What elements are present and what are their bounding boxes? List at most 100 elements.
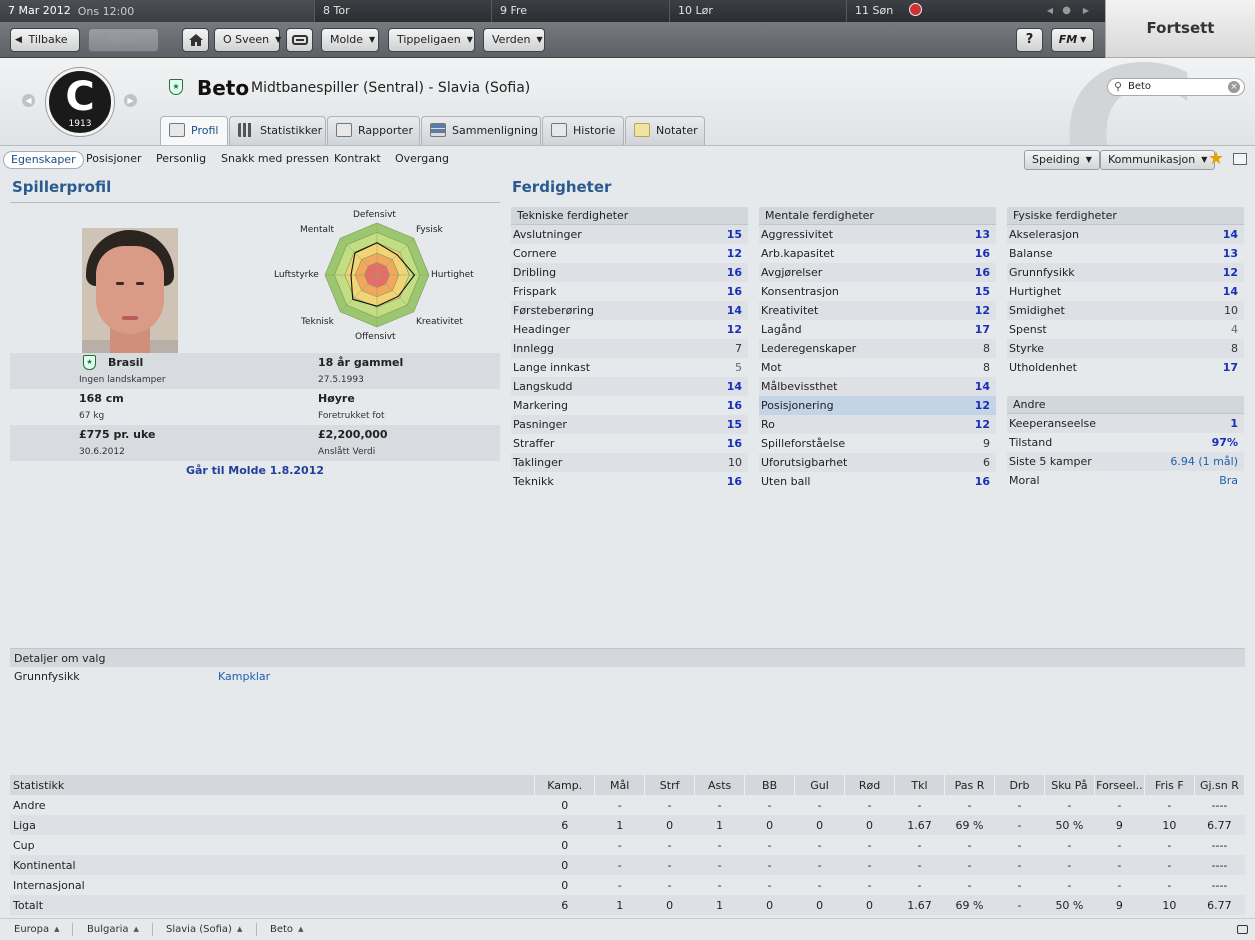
favourite-star-icon[interactable]: ★ xyxy=(1208,149,1224,169)
calendar-day[interactable]: 10 Lør xyxy=(670,0,847,22)
attribute-row[interactable]: Balanse 13 xyxy=(1007,244,1244,263)
world-menu[interactable]: Verden ▼ xyxy=(483,28,545,52)
club-menu[interactable]: Molde ▼ xyxy=(321,28,379,52)
attribute-row[interactable]: Hurtighet 14 xyxy=(1007,282,1244,301)
calendar-day[interactable]: 9 Fre xyxy=(492,0,670,22)
transfer-note[interactable]: Går til Molde 1.8.2012 xyxy=(10,464,500,477)
attribute-row[interactable]: Lange innkast 5 xyxy=(511,358,748,377)
scouting-menu[interactable]: Speiding ▼ xyxy=(1024,150,1100,170)
attribute-row[interactable]: Lagånd 17 xyxy=(759,320,996,339)
attribute-row[interactable]: Førsteberøring 14 xyxy=(511,301,748,320)
attribute-row[interactable]: Aggressivitet 13 xyxy=(759,225,996,244)
attribute-row[interactable]: Markering 16 xyxy=(511,396,748,415)
calendar-day[interactable]: 11 Søn ◀ ● ▶ xyxy=(847,0,1105,22)
subtab-egenskaper[interactable]: Egenskaper xyxy=(3,151,84,169)
stats-column-header[interactable]: Strf xyxy=(644,775,696,795)
attribute-row[interactable]: Cornere 12 xyxy=(511,244,748,263)
player-position-club[interactable]: Midtbanespiller (Sentral) - Slavia (Sofi… xyxy=(251,80,530,96)
attribute-row[interactable]: Siste 5 kamper 6.94 (1 mål) xyxy=(1007,452,1244,471)
tab-statistikker[interactable]: Statistikker xyxy=(229,116,326,145)
tab-notater[interactable]: Notater xyxy=(625,116,705,145)
stats-column-header[interactable]: Gj.sn R xyxy=(1194,775,1246,795)
next-button[interactable]: Neste xyxy=(88,28,159,52)
attribute-row[interactable]: Kreativitet 12 xyxy=(759,301,996,320)
calendar-today-icon[interactable]: ● xyxy=(1062,0,1071,22)
attribute-row[interactable]: Straffer 16 xyxy=(511,434,748,453)
tab-rapporter[interactable]: Rapporter xyxy=(327,116,420,145)
stats-column-header[interactable]: Sku På xyxy=(1044,775,1095,795)
communication-menu[interactable]: Kommunikasjon ▼ xyxy=(1100,150,1216,170)
current-date[interactable]: 7 Mar 2012 Ons 12:00 xyxy=(0,0,315,22)
breadcrumb-bulgaria[interactable]: Bulgaria ▲ xyxy=(87,924,139,935)
attribute-row[interactable]: Uten ball 16 xyxy=(759,472,996,491)
attribute-row[interactable]: Tilstand 97% xyxy=(1007,433,1244,452)
attribute-row[interactable]: Spenst 4 xyxy=(1007,320,1244,339)
subtab-overgang[interactable]: Overgang xyxy=(388,151,456,169)
stats-column-header[interactable]: Kamp. xyxy=(534,775,596,795)
attribute-row[interactable]: Grunnfysikk 12 xyxy=(1007,263,1244,282)
stats-column-header[interactable]: Asts xyxy=(694,775,746,795)
stats-column-header[interactable]: BB xyxy=(744,775,796,795)
selection-details-value[interactable]: Kampklar xyxy=(218,667,270,687)
calendar-next-icon[interactable]: ▶ xyxy=(1083,0,1089,22)
attribute-row[interactable]: Moral Bra xyxy=(1007,471,1244,490)
stats-column-header[interactable]: Drb xyxy=(994,775,1045,795)
continue-button[interactable]: Fortsett xyxy=(1105,0,1255,58)
fm-menu[interactable]: FM ▼ xyxy=(1051,28,1094,52)
attribute-row[interactable]: Innlegg 7 xyxy=(511,339,748,358)
attribute-row[interactable]: Headinger 12 xyxy=(511,320,748,339)
attribute-row[interactable]: Styrke 8 xyxy=(1007,339,1244,358)
attribute-row[interactable]: Pasninger 15 xyxy=(511,415,748,434)
attribute-row[interactable]: Uforutsigbarhet 6 xyxy=(759,453,996,472)
attribute-row[interactable]: Avgjørelser 16 xyxy=(759,263,996,282)
tab-sammenligning[interactable]: Sammenligning xyxy=(421,116,541,145)
stats-column-header[interactable]: Rød xyxy=(844,775,896,795)
attribute-row[interactable]: Utholdenhet 17 xyxy=(1007,358,1244,377)
subtab-kontrakt[interactable]: Kontrakt xyxy=(327,151,388,169)
attribute-row[interactable]: Avslutninger 15 xyxy=(511,225,748,244)
breadcrumb-club[interactable]: Slavia (Sofia) ▲ xyxy=(166,924,242,935)
attribute-row[interactable]: Frispark 16 xyxy=(511,282,748,301)
attribute-row[interactable]: Mot 8 xyxy=(759,358,996,377)
attribute-row[interactable]: Taklinger 10 xyxy=(511,453,748,472)
back-button[interactable]: ◀ Tilbake xyxy=(10,28,80,52)
attribute-row[interactable]: Langskudd 14 xyxy=(511,377,748,396)
league-menu[interactable]: Tippeligaen ▼ xyxy=(388,28,475,52)
attribute-row[interactable]: Lederegenskaper 8 xyxy=(759,339,996,358)
tab-profil[interactable]: Profil xyxy=(160,116,228,145)
stats-column-header[interactable]: Forseel.. xyxy=(1094,775,1145,795)
calendar-day[interactable]: 8 Tor xyxy=(315,0,492,22)
breadcrumb-player[interactable]: Beto ▲ xyxy=(270,924,303,935)
attribute-row[interactable]: Ro 12 xyxy=(759,415,996,434)
subtab-press[interactable]: Snakk med pressen xyxy=(214,151,336,169)
breadcrumb-europe[interactable]: Europa ▲ xyxy=(14,924,60,935)
attribute-row[interactable]: Konsentrasjon 15 xyxy=(759,282,996,301)
stats-column-header[interactable]: Fris F xyxy=(1144,775,1195,795)
subtab-posisjoner[interactable]: Posisjoner xyxy=(79,151,149,169)
nationality[interactable]: Brasil xyxy=(108,356,143,369)
stats-column-header[interactable]: Mål xyxy=(594,775,646,795)
home-button[interactable] xyxy=(182,28,209,52)
attribute-row[interactable]: Posisjonering 12 xyxy=(759,396,996,415)
calendar-prev-icon[interactable]: ◀ xyxy=(1047,0,1053,22)
attribute-row[interactable]: Målbevissthet 14 xyxy=(759,377,996,396)
attribute-row[interactable]: Teknikk 16 xyxy=(511,472,748,491)
attribute-row[interactable]: Akselerasjon 14 xyxy=(1007,225,1244,244)
attribute-row[interactable]: Spilleforståelse 9 xyxy=(759,434,996,453)
help-button[interactable]: ? xyxy=(1016,28,1043,52)
clear-search-icon[interactable]: × xyxy=(1228,81,1240,93)
next-arrow-icon[interactable]: ▶ xyxy=(124,94,137,107)
tab-historie[interactable]: Historie xyxy=(542,116,624,145)
subtab-personlig[interactable]: Personlig xyxy=(149,151,213,169)
inbox-button[interactable] xyxy=(286,28,313,52)
attribute-row[interactable]: Arb.kapasitet 16 xyxy=(759,244,996,263)
attribute-row[interactable]: Dribling 16 xyxy=(511,263,748,282)
search-input[interactable]: ⚲ Beto × xyxy=(1107,78,1245,96)
attribute-row[interactable]: Smidighet 10 xyxy=(1007,301,1244,320)
stats-column-header[interactable]: Gul xyxy=(794,775,846,795)
manager-menu[interactable]: O Sveen ▼ xyxy=(214,28,281,52)
attribute-row[interactable]: Keeperanseelse 1 xyxy=(1007,414,1244,433)
stats-column-header[interactable]: Pas R xyxy=(944,775,995,795)
window-mode-icon[interactable] xyxy=(1237,925,1248,934)
prev-arrow-icon[interactable]: ◀ xyxy=(22,94,35,107)
